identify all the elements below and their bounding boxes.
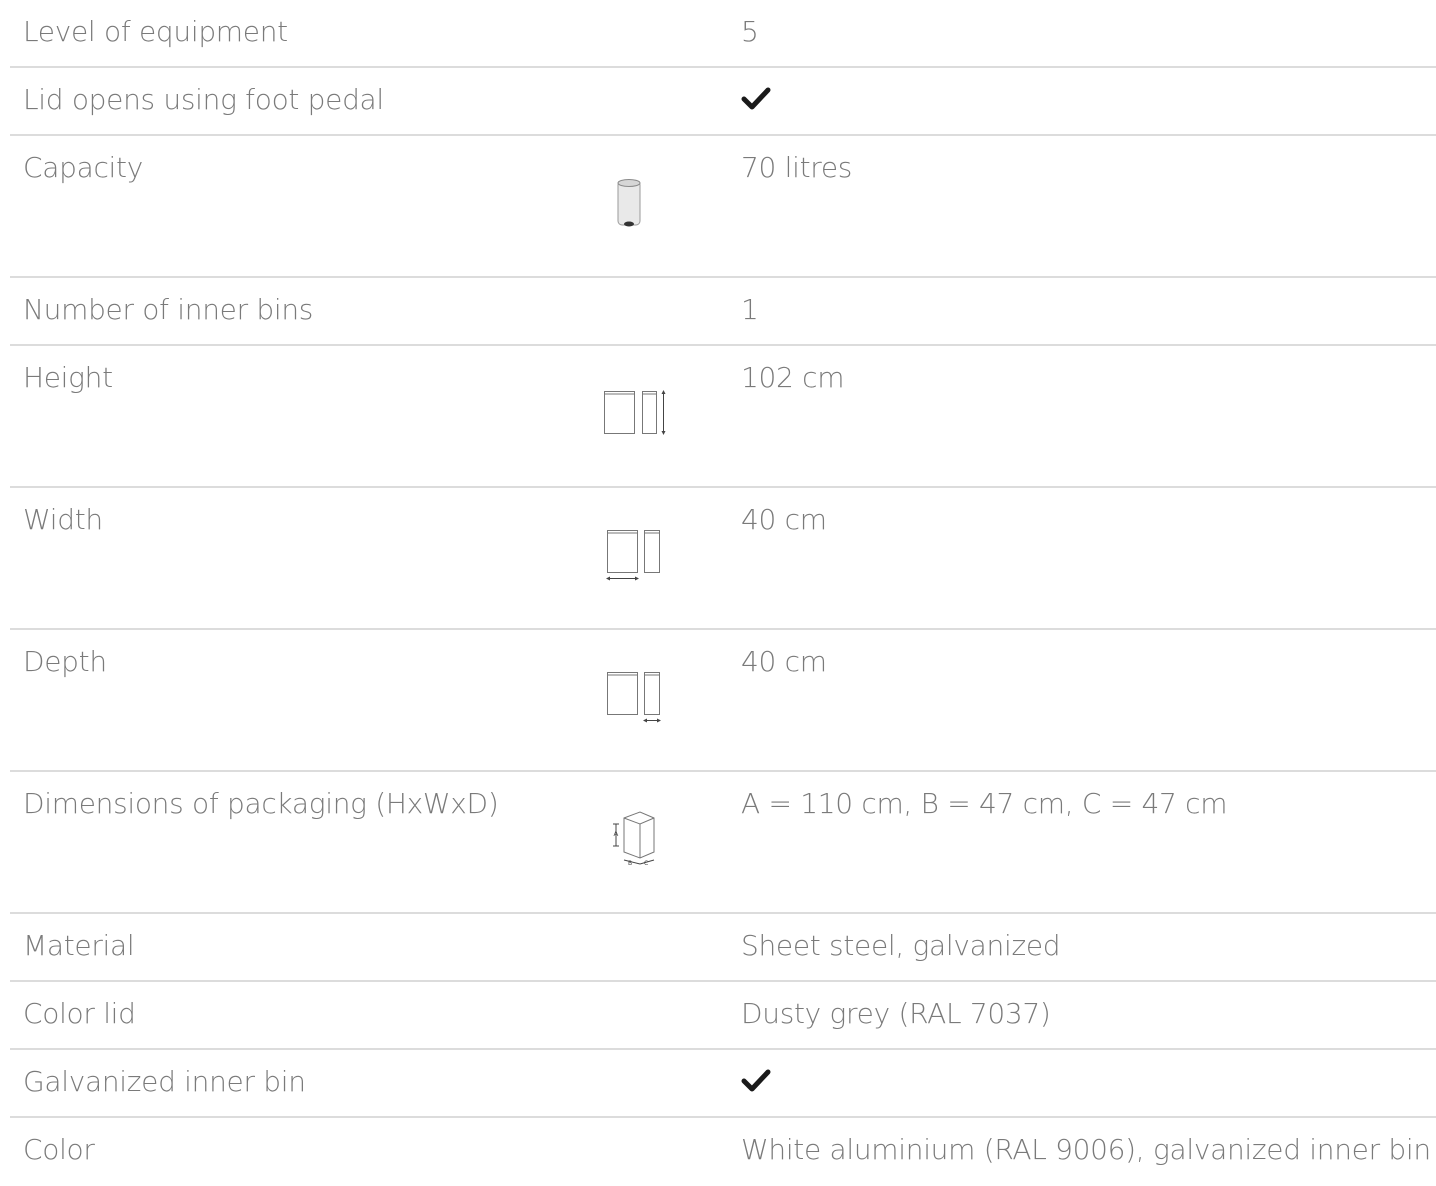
spec-row-lid-foot-pedal: Lid opens using foot pedal — [10, 68, 1436, 136]
spec-label: Height — [23, 361, 113, 394]
spec-value: 102 cm — [741, 361, 845, 394]
spec-label: Depth — [23, 645, 107, 678]
spec-label: Level of equipment — [23, 15, 288, 48]
spec-row-color-lid: Color lid Dusty grey (RAL 7037) — [10, 982, 1436, 1050]
spec-row-galvanized-inner-bin: Galvanized inner bin — [10, 1050, 1436, 1118]
spec-label: Color lid — [23, 997, 136, 1030]
spec-label: Dimensions of packaging (HxWxD) — [23, 787, 499, 820]
checkmark-icon — [741, 84, 771, 114]
spec-row-width: Width 40 cm — [10, 488, 1436, 630]
spec-label: Material — [23, 929, 135, 962]
spec-value: 70 litres — [741, 151, 853, 184]
spec-row-height: Height 102 cm — [10, 346, 1436, 488]
spec-row-color: Color White aluminium (RAL 9006), galvan… — [10, 1118, 1436, 1186]
spec-value: A = 110 cm, B = 47 cm, C = 47 cm — [741, 787, 1228, 820]
spec-value: Sheet steel, galvanized — [741, 929, 1061, 962]
spec-label: Galvanized inner bin — [23, 1065, 306, 1098]
height-dimension-icon — [603, 387, 673, 437]
spec-row-depth: Depth 40 cm — [10, 630, 1436, 772]
spec-label: Color — [23, 1133, 95, 1166]
spec-value: 5 — [741, 15, 759, 48]
spec-label: Capacity — [23, 151, 143, 184]
packaging-label-a: A — [614, 830, 619, 838]
packaging-label-c: C — [644, 860, 648, 866]
spec-row-packaging: Dimensions of packaging (HxWxD) A B C A … — [10, 772, 1436, 914]
spec-label: Lid opens using foot pedal — [23, 83, 384, 116]
spec-value: 40 cm — [741, 645, 827, 678]
spec-row-level-of-equipment: Level of equipment 5 — [10, 0, 1436, 68]
spec-row-capacity: Capacity 70 litres — [10, 136, 1436, 278]
bin-capacity-icon — [616, 178, 642, 230]
spec-label: Number of inner bins — [23, 293, 314, 326]
depth-dimension-icon — [605, 670, 665, 724]
spec-value: 1 — [741, 293, 759, 326]
spec-row-inner-bins: Number of inner bins 1 — [10, 278, 1436, 346]
spec-row-material: Material Sheet steel, galvanized — [10, 914, 1436, 982]
packaging-box-icon: A B C — [608, 808, 668, 866]
spec-table: Level of equipment 5 Lid opens using foo… — [10, 0, 1436, 1186]
width-dimension-icon — [605, 528, 665, 582]
spec-value: Dusty grey (RAL 7037) — [741, 997, 1051, 1030]
checkmark-icon — [741, 1066, 771, 1096]
spec-value: 40 cm — [741, 503, 827, 536]
spec-value: White aluminium (RAL 9006), galvanized i… — [741, 1133, 1431, 1166]
packaging-label-b: B — [628, 860, 632, 866]
spec-label: Width — [23, 503, 103, 536]
